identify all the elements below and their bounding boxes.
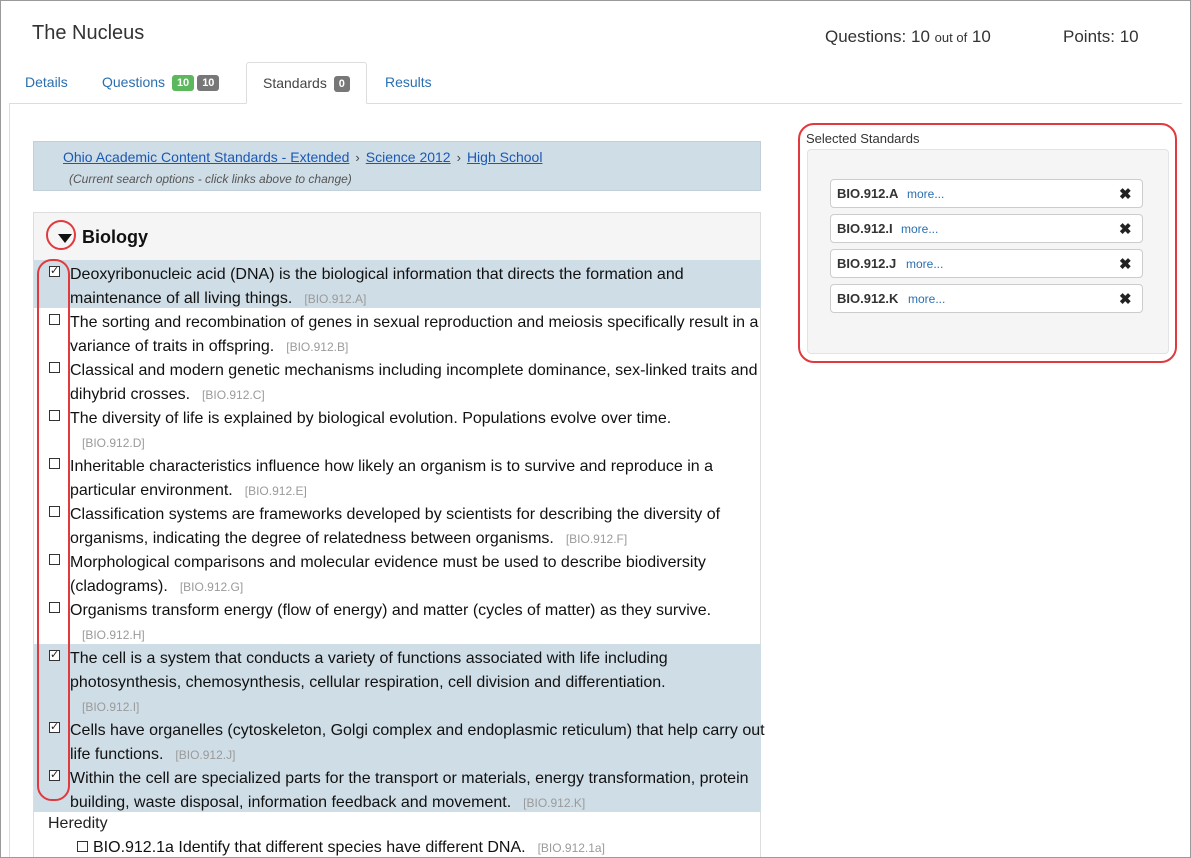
standard-row[interactable]: The sorting and recombination of genes i… — [34, 308, 761, 356]
standard-code: [BIO.912.J] — [175, 748, 236, 762]
questions-gray-badge: 10 — [197, 75, 220, 91]
tab-details[interactable]: Details — [9, 62, 84, 102]
chevron-right-icon: › — [355, 150, 360, 165]
points-value: 10 — [1119, 27, 1139, 46]
points-label: Points: — [1063, 27, 1115, 46]
standard-text: The cell is a system that conducts a var… — [70, 650, 668, 714]
tab-results-label: Results — [385, 74, 432, 90]
standard-row[interactable]: The diversity of life is explained by bi… — [34, 404, 761, 452]
standard-row[interactable]: Organisms transform energy (flow of ener… — [34, 596, 761, 644]
standard-text: Within the cell are specialized parts fo… — [70, 770, 749, 811]
standard-code: [BIO.912.F] — [565, 532, 628, 546]
points-stat: Points: 10 — [1063, 27, 1139, 47]
tab-results[interactable]: Results — [369, 62, 448, 102]
breadcrumb-link-grade[interactable]: High School — [467, 149, 543, 165]
tab-standards-label: Standards — [263, 75, 327, 91]
standard-code: [BIO.912.E] — [244, 484, 307, 498]
standard-text: Organisms transform energy (flow of ener… — [70, 602, 712, 642]
tab-questions[interactable]: Questions 10 10 — [86, 62, 235, 102]
breadcrumb: Ohio Academic Content Standards - Extend… — [63, 149, 542, 165]
breadcrumb-link-subject[interactable]: Science 2012 — [366, 149, 451, 165]
chevron-right-icon: › — [456, 150, 461, 165]
breadcrumb-note: (Current search options - click links ab… — [69, 172, 352, 186]
questions-label: Questions: — [825, 27, 907, 46]
standard-row[interactable]: Morphological comparisons and molecular … — [34, 548, 761, 596]
questions-total: 10 — [971, 27, 991, 46]
breadcrumb-link-framework[interactable]: Ohio Academic Content Standards - Extend… — [63, 149, 349, 165]
app-frame: The Nucleus Questions: 10 out of 10 Poin… — [0, 0, 1191, 858]
standard-code: [BIO.912.I] — [82, 700, 140, 714]
standard-row[interactable]: Classification systems are frameworks de… — [34, 500, 761, 548]
standard-code: [BIO.912.D] — [82, 436, 145, 450]
panel-title: Biology — [82, 227, 148, 247]
standard-text: Deoxyribonucleic acid (DNA) is the biolo… — [70, 266, 684, 307]
page-title: The Nucleus — [32, 22, 145, 44]
checkbox[interactable] — [77, 841, 88, 852]
content-border — [9, 103, 10, 857]
standard-row[interactable]: ✓ Deoxyribonucleic acid (DNA) is the bio… — [34, 260, 761, 308]
standard-text: The diversity of life is explained by bi… — [70, 410, 672, 450]
annotation-outline-selected — [798, 123, 1177, 363]
standard-code: [BIO.912.1a] — [537, 841, 605, 855]
tab-questions-label: Questions — [102, 74, 166, 90]
standard-code: [BIO.912.A] — [304, 292, 367, 306]
tab-details-label: Details — [25, 74, 68, 90]
standard-row[interactable]: ✓ Cells have organelles (cytoskeleton, G… — [34, 716, 765, 764]
substandard-text: BIO.912.1a Identify that different speci… — [93, 839, 526, 856]
tab-standards[interactable]: Standards 0 — [246, 62, 367, 104]
substandard-row[interactable]: BIO.912.1a Identify that different speci… — [77, 839, 605, 857]
questions-outof: out of — [934, 30, 968, 45]
standards-count-badge: 0 — [333, 76, 350, 92]
standard-text: Classification systems are frameworks de… — [70, 506, 721, 547]
search-options-box: Ohio Academic Content Standards - Extend… — [33, 141, 761, 191]
questions-stat: Questions: 10 out of 10 — [825, 27, 991, 47]
subgroup-heading: Heredity — [48, 815, 108, 832]
standard-code: [BIO.912.H] — [82, 628, 145, 642]
panel-header: Biology — [34, 213, 760, 261]
standard-row[interactable]: ✓ The cell is a system that conducts a v… — [34, 644, 761, 716]
standard-code: [BIO.912.B] — [286, 340, 349, 354]
standard-text: Inheritable characteristics influence ho… — [70, 458, 713, 499]
standard-text: Cells have organelles (cytoskeleton, Gol… — [70, 722, 765, 763]
questions-green-badge: 10 — [171, 75, 195, 91]
annotation-circle-caret — [46, 220, 76, 250]
standard-text: Morphological comparisons and molecular … — [70, 554, 706, 595]
standard-text: The sorting and recombination of genes i… — [70, 314, 759, 355]
questions-count: 10 — [911, 27, 930, 46]
standard-row[interactable]: Inheritable characteristics influence ho… — [34, 452, 761, 500]
standard-code: [BIO.912.K] — [523, 796, 586, 810]
annotation-outline-checkboxes — [37, 259, 70, 801]
standard-row[interactable]: ✓ Within the cell are specialized parts … — [34, 764, 761, 812]
standard-code: [BIO.912.G] — [179, 580, 244, 594]
standard-row[interactable]: Classical and modern genetic mechanisms … — [34, 356, 761, 404]
tab-bar: Details Questions 10 10 Standards 0 Resul… — [9, 62, 1182, 104]
standard-code: [BIO.912.C] — [202, 388, 265, 402]
standard-text: Classical and modern genetic mechanisms … — [70, 362, 758, 403]
